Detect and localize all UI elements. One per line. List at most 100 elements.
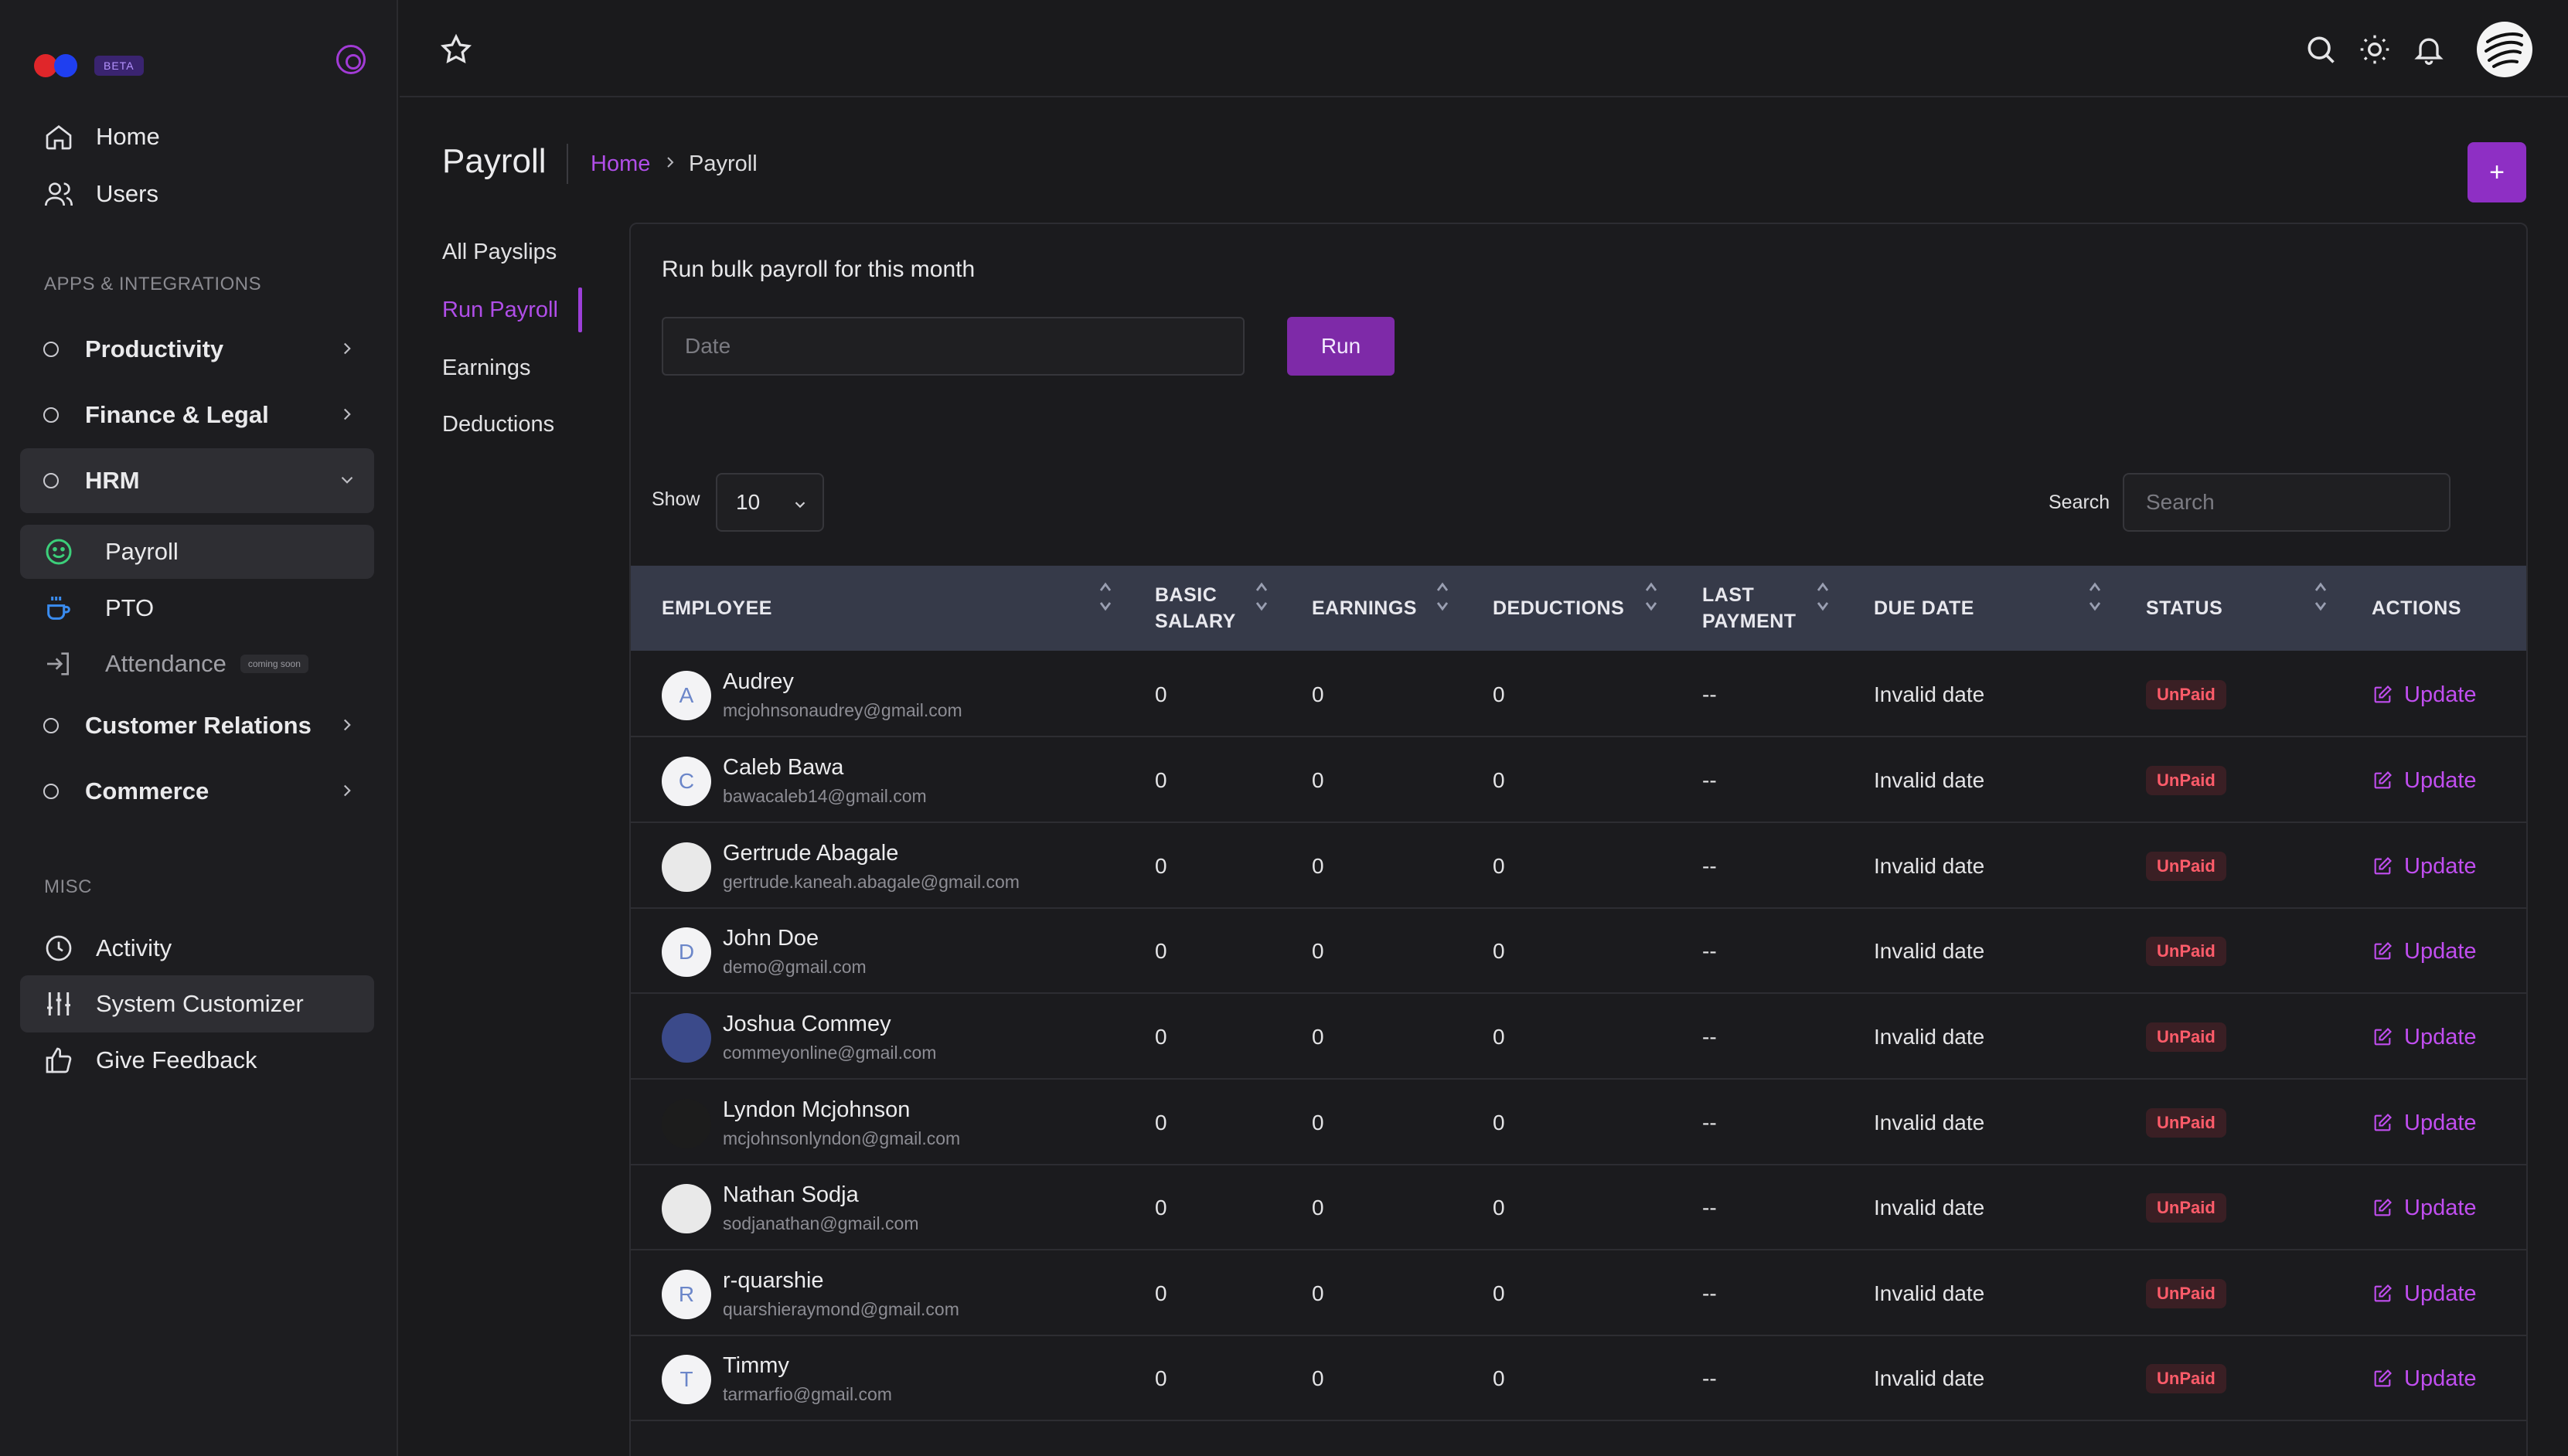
circle-icon — [43, 718, 59, 733]
avatar-initial: A — [679, 683, 694, 707]
actions-cell: Update — [2372, 824, 2477, 909]
update-button[interactable]: Update — [2372, 1366, 2477, 1392]
employee-name: Gertrude Abagale — [723, 841, 899, 866]
due-date-cell: Invalid date — [1874, 1111, 1985, 1135]
employee-avatar: T — [662, 1355, 711, 1404]
employee-name: Caleb Bawa — [723, 755, 844, 780]
sidebar-item-label: Attendance — [105, 650, 226, 677]
deductions-cell: 0 — [1493, 1196, 1505, 1220]
sort-icon[interactable] — [1254, 580, 1269, 614]
misc-section-label: MISC — [44, 876, 92, 897]
search-input[interactable] — [2123, 473, 2450, 532]
sidebar-group-hrm[interactable]: HRM — [20, 448, 374, 513]
update-button[interactable]: Update — [2372, 1111, 2477, 1136]
tab-all-payslips[interactable]: All Payslips — [442, 240, 557, 265]
search-icon[interactable] — [2304, 32, 2338, 66]
sort-icon[interactable] — [1098, 580, 1113, 614]
sun-icon[interactable] — [2358, 32, 2392, 66]
sidebar-item-activity[interactable]: Activity — [20, 920, 374, 977]
tab-deductions[interactable]: Deductions — [442, 412, 554, 437]
due-date-cell: Invalid date — [1874, 1196, 1985, 1220]
employee-name: Lyndon Mcjohnson — [723, 1097, 911, 1122]
sidebar-item-home[interactable]: Home — [20, 108, 374, 165]
employee-avatar — [662, 1184, 711, 1233]
column-earnings[interactable]: EARNINGS — [1312, 566, 1417, 651]
sidebar-group-finance[interactable]: Finance & Legal — [20, 383, 374, 447]
status-cell: UnPaid — [2146, 1165, 2226, 1250]
column-due-date[interactable]: DUE DATE — [1874, 566, 1974, 651]
table-row: Joshua Commey commeyonline@gmail.com 0 0 0 --… — [631, 995, 2526, 1080]
sidebar-group-productivity[interactable]: Productivity — [20, 317, 374, 382]
update-button[interactable]: Update — [2372, 939, 2477, 964]
deductions-cell: 0 — [1493, 854, 1505, 878]
tab-run-payroll[interactable]: Run Payroll — [442, 298, 558, 323]
update-button[interactable]: Update — [2372, 682, 2477, 708]
star-icon[interactable] — [439, 32, 473, 66]
sidebar-item-label: Home — [96, 123, 160, 150]
earnings-cell: 0 — [1312, 1025, 1324, 1049]
sidebar-item-label: Payroll — [105, 538, 179, 565]
sidebar-group-customer-relations[interactable]: Customer Relations — [20, 693, 374, 758]
employee-avatar: A — [662, 671, 711, 720]
user-avatar[interactable] — [2477, 22, 2532, 77]
chevron-down-icon — [795, 502, 805, 509]
employee-name: Timmy — [723, 1353, 789, 1378]
date-input[interactable] — [662, 317, 1245, 376]
update-button[interactable]: Update — [2372, 768, 2477, 794]
due-date-cell: Invalid date — [1874, 1281, 1985, 1305]
employee-avatar — [662, 1099, 711, 1148]
sidebar-item-system-customizer[interactable]: System Customizer — [20, 975, 374, 1032]
breadcrumb-home[interactable]: Home — [591, 151, 650, 177]
status-badge: UnPaid — [2146, 680, 2226, 709]
sidebar-group-label: Customer Relations — [85, 712, 312, 739]
tab-earnings[interactable]: Earnings — [442, 355, 530, 381]
bell-icon[interactable] — [2412, 32, 2446, 66]
sort-icon[interactable] — [1643, 580, 1659, 614]
table-row: Gertrude Abagale gertrude.kaneah.abagale@… — [631, 824, 2526, 909]
sort-icon[interactable] — [1435, 580, 1450, 614]
breadcrumb-current: Payroll — [689, 151, 758, 176]
update-label: Update — [2404, 767, 2477, 793]
edit-icon — [2374, 857, 2392, 875]
deductions-cell: 0 — [1493, 939, 1505, 963]
home-icon — [46, 124, 72, 150]
table-row: T Timmy tarmarfio@gmail.com 0 0 0 -- Invalid da… — [631, 1336, 2526, 1421]
edit-icon — [2374, 1284, 2392, 1302]
update-button[interactable]: Update — [2372, 1196, 2477, 1221]
column-last-payment[interactable]: LAST PAYMENT — [1702, 566, 1797, 651]
sort-icon[interactable] — [2087, 580, 2103, 614]
sort-icon[interactable] — [2313, 580, 2328, 614]
column-basic-salary[interactable]: BASIC SALARY — [1155, 566, 1236, 651]
status-cell: UnPaid — [2146, 1251, 2226, 1336]
column-deductions[interactable]: DEDUCTIONS — [1493, 566, 1624, 651]
update-label: Update — [2404, 853, 2477, 879]
page-size-select[interactable]: 10 — [716, 473, 824, 532]
sort-icon[interactable] — [1815, 580, 1831, 614]
sidebar-item-attendance[interactable]: Attendance coming soon — [20, 637, 374, 691]
basic-salary-cell: 0 — [1155, 1111, 1167, 1135]
sidebar-item-payroll[interactable]: Payroll — [20, 525, 374, 579]
sidebar-item-pto[interactable]: PTO — [20, 581, 374, 635]
employee-avatar: R — [662, 1270, 711, 1319]
sidebar-item-users[interactable]: Users — [20, 165, 374, 223]
sidebar-item-give-feedback[interactable]: Give Feedback — [20, 1032, 374, 1089]
column-status[interactable]: STATUS — [2146, 566, 2222, 651]
app-logo[interactable]: BETA — [34, 54, 144, 77]
basic-salary-cell: 0 — [1155, 939, 1167, 963]
sidebar-group-label: Productivity — [85, 335, 224, 362]
employee-email: demo@gmail.com — [723, 957, 867, 977]
run-button[interactable]: Run — [1287, 317, 1395, 376]
target-icon[interactable] — [336, 45, 366, 74]
edit-icon — [2374, 771, 2392, 789]
update-button[interactable]: Update — [2372, 1025, 2477, 1050]
status-cell: UnPaid — [2146, 1336, 2226, 1421]
update-button[interactable]: Update — [2372, 854, 2477, 879]
column-employee[interactable]: EMPLOYEE — [662, 566, 772, 651]
sidebar-group-commerce[interactable]: Commerce — [20, 759, 374, 824]
employee-name: John Doe — [723, 926, 819, 951]
deductions-cell: 0 — [1493, 1281, 1505, 1305]
add-button[interactable]: + — [2468, 142, 2526, 202]
apps-section-label: APPS & INTEGRATIONS — [44, 274, 262, 294]
actions-cell: Update — [2372, 909, 2477, 994]
update-button[interactable]: Update — [2372, 1281, 2477, 1307]
